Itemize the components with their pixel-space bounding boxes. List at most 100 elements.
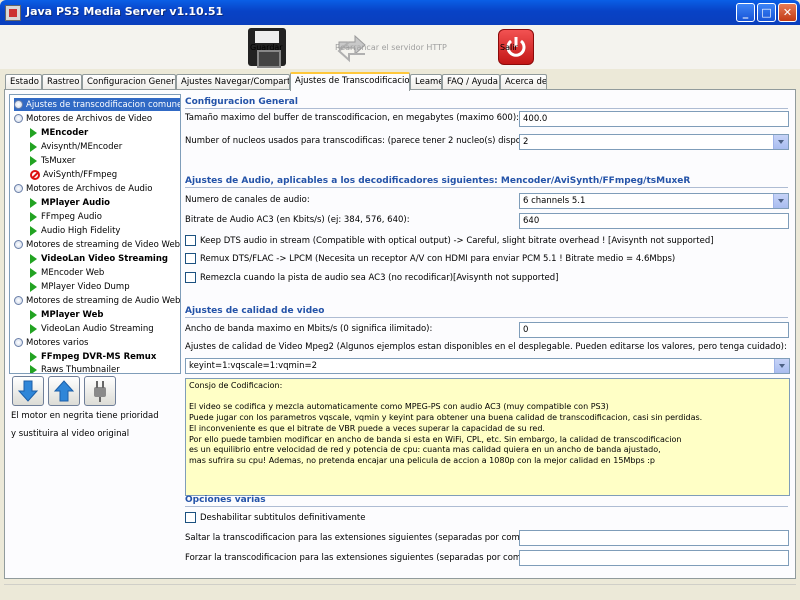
- engine-tree[interactable]: Ajustes de transcodificacion comunes Mot…: [9, 94, 181, 374]
- force-transcode-label: Forzar la transcodificacion para las ext…: [185, 553, 537, 563]
- bandwidth-label: Ancho de banda maximo en Mbits/s (0 sign…: [185, 324, 433, 334]
- tree-item[interactable]: Ajustes de transcodificacion comunes: [14, 98, 180, 111]
- tab-leame[interactable]: Leame: [410, 74, 442, 90]
- tree-item[interactable]: Raws Thumbnailer: [30, 363, 120, 373]
- arrow-down-icon: [17, 380, 39, 402]
- audio-channels-label: Numero de canales de audio:: [185, 195, 310, 205]
- play-icon: [30, 351, 37, 362]
- title-bar: Java PS3 Media Server v1.10.51 _ □ ✕: [0, 0, 800, 25]
- disable-subtitles-checkbox[interactable]: Deshabilitar subtitulos definitivamente: [185, 512, 365, 523]
- remux-lpcm-checkbox[interactable]: Remux DTS/FLAC -> LPCM (Necesita un rece…: [185, 253, 675, 264]
- encoding-tips-textarea[interactable]: Consjo de Codificacion: El video se codi…: [185, 378, 790, 496]
- tree-item[interactable]: MEncoder: [30, 126, 88, 139]
- tree-item[interactable]: FFmpeg Audio: [30, 210, 102, 223]
- play-icon: [30, 281, 37, 292]
- section-divider: [185, 187, 788, 188]
- play-icon: [30, 127, 37, 138]
- folder-node-icon: [14, 240, 23, 249]
- tree-item[interactable]: Motores de Archivos de Video: [14, 112, 152, 125]
- window-title: Java PS3 Media Server v1.10.51: [26, 5, 224, 18]
- tree-item-label: Motores de Archivos de Video: [26, 113, 153, 124]
- priority-note-line1: El motor en negrita tiene prioridad: [11, 411, 159, 421]
- skip-transcode-label: Saltar la transcodificacion para las ext…: [185, 533, 536, 543]
- tips-line: Consjo de Codificacion:: [189, 381, 283, 390]
- tree-item-label: TsMuxer: [41, 155, 76, 166]
- tips-line: Puede jugar con los parametros vqscale, …: [189, 413, 703, 423]
- tree-item[interactable]: Audio High Fidelity: [30, 224, 120, 237]
- play-icon: [30, 323, 37, 334]
- move-down-button[interactable]: [12, 376, 44, 406]
- tab-rastreo[interactable]: Rastreo: [42, 74, 82, 90]
- save-label: Guardar: [250, 42, 283, 52]
- play-icon: [30, 211, 37, 222]
- tab-acerca-de[interactable]: Acerca de: [500, 74, 547, 90]
- exit-label: Salir: [500, 42, 518, 52]
- exit-button[interactable]: Salir: [498, 27, 534, 67]
- force-transcode-input[interactable]: [519, 550, 789, 566]
- tips-line: [189, 392, 786, 403]
- keep-dts-checkbox[interactable]: Keep DTS audio in stream (Compatible wit…: [185, 235, 714, 246]
- restart-http-button[interactable]: Rearrancar el servidor HTTP: [333, 27, 447, 67]
- close-button[interactable]: ✕: [778, 3, 797, 22]
- chevron-down-icon: [774, 359, 789, 373]
- play-icon: [30, 225, 37, 236]
- cores-select[interactable]: 2: [519, 134, 789, 150]
- tree-item[interactable]: Motores de Archivos de Audio: [14, 182, 152, 195]
- bandwidth-input[interactable]: 0: [519, 322, 789, 338]
- tree-item[interactable]: VideoLan Video Streaming: [30, 252, 168, 265]
- tree-item-label: AviSynth/FFmpeg: [43, 169, 118, 180]
- tree-item[interactable]: AviSynth/FFmpeg: [30, 168, 117, 181]
- tips-line: El inconveniente es que el bitrate de VB…: [189, 423, 545, 433]
- checkbox-box[interactable]: [185, 272, 196, 283]
- tab-estado[interactable]: Estado: [5, 74, 42, 90]
- play-icon: [30, 141, 37, 152]
- tree-item[interactable]: MPlayer Web: [30, 308, 103, 321]
- audio-channels-select[interactable]: 6 channels 5.1: [519, 193, 789, 209]
- arrow-up-icon: [53, 380, 75, 402]
- maximize-button[interactable]: □: [757, 3, 776, 22]
- ac3-bitrate-input[interactable]: 640: [519, 213, 789, 229]
- remix-ac3-checkbox[interactable]: Remezcla cuando la pista de audio sea AC…: [185, 272, 559, 283]
- status-bar: [4, 584, 796, 596]
- play-icon: [30, 253, 37, 264]
- tree-item-label: Motores de streaming de Video Web: [26, 239, 181, 250]
- mpeg2-quality-select[interactable]: keyint=1:vqscale=1:vqmin=2: [185, 358, 790, 374]
- save-button[interactable]: Guardar: [248, 27, 286, 68]
- tree-item-label: Motores de streaming de Audio Web: [26, 295, 181, 306]
- tree-item[interactable]: MEncoder Web: [30, 266, 104, 279]
- tree-item[interactable]: Motores de streaming de Audio Web: [14, 294, 180, 307]
- tree-item[interactable]: Motores varios: [14, 336, 88, 349]
- checkbox-box[interactable]: [185, 235, 196, 246]
- tab-ajustes-navegar[interactable]: Ajustes Navegar/Compartir: [176, 74, 290, 90]
- tree-item-label: MPlayer Web: [41, 309, 104, 320]
- tree-item-label: MPlayer Audio: [41, 197, 111, 208]
- tree-item-label: Motores varios: [26, 337, 89, 348]
- checkbox-box[interactable]: [185, 512, 196, 523]
- tree-item-label: FFmpeg DVR-MS Remux: [41, 351, 157, 362]
- tree-item[interactable]: MPlayer Audio: [30, 196, 110, 209]
- tips-line: Por ello puede tambien modificar en anch…: [189, 434, 682, 444]
- restart-label: Rearrancar el servidor HTTP: [335, 42, 447, 52]
- tree-item-label: Audio High Fidelity: [41, 225, 121, 236]
- misc-section-title: Opciones varias: [185, 495, 266, 505]
- checkbox-box[interactable]: [185, 253, 196, 264]
- play-icon: [30, 364, 37, 373]
- tips-line: mas sufrira su cpu! Ademas, no pretenda …: [189, 455, 655, 465]
- tab-configuracion-general[interactable]: Configuracion General: [82, 74, 176, 90]
- tree-item[interactable]: Motores de streaming de Video Web: [14, 238, 180, 251]
- disable-subtitles-label: Deshabilitar subtitulos definitivamente: [200, 512, 366, 523]
- minimize-button[interactable]: _: [736, 3, 755, 22]
- tree-item[interactable]: VideoLan Audio Streaming: [30, 322, 154, 335]
- move-up-button[interactable]: [48, 376, 80, 406]
- buffer-size-input[interactable]: 400.0: [519, 111, 789, 127]
- tree-item-label: VideoLan Video Streaming: [41, 253, 168, 264]
- tree-item[interactable]: Avisynth/MEncoder: [30, 140, 122, 153]
- tab-faq[interactable]: FAQ / Ayuda: [442, 74, 500, 90]
- folder-node-icon: [14, 184, 23, 193]
- tab-ajustes-transcodificacion[interactable]: Ajustes de Transcodificacion: [290, 72, 410, 91]
- toggle-engine-button[interactable]: [84, 376, 116, 406]
- tree-item[interactable]: FFmpeg DVR-MS Remux: [30, 350, 156, 363]
- tree-item[interactable]: TsMuxer: [30, 154, 75, 167]
- skip-transcode-input[interactable]: [519, 530, 789, 546]
- tree-item[interactable]: MPlayer Video Dump: [30, 280, 130, 293]
